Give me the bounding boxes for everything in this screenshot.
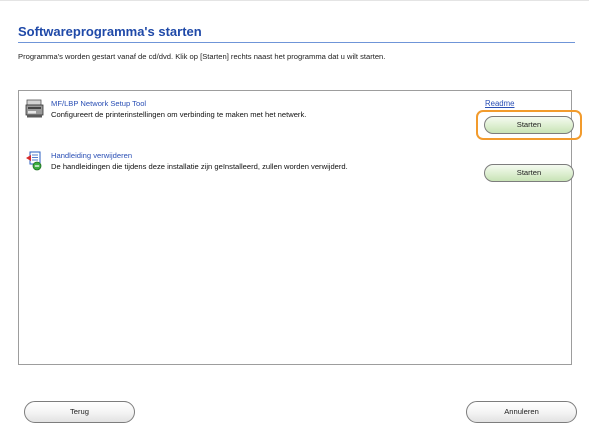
instruction-text: Programma's worden gestart vanaf de cd/d… bbox=[18, 52, 386, 61]
program-name: Handleiding verwijderen bbox=[51, 151, 133, 160]
cancel-button[interactable]: Annuleren bbox=[466, 401, 577, 423]
top-divider bbox=[0, 0, 589, 1]
program-description: De handleidingen die tijdens deze instal… bbox=[51, 162, 348, 171]
start-button-uninstall-manual[interactable]: Starten bbox=[484, 164, 574, 182]
program-name: MF/LBP Network Setup Tool bbox=[51, 99, 147, 108]
readme-link[interactable]: Readme bbox=[485, 99, 514, 108]
back-button[interactable]: Terug bbox=[24, 401, 135, 423]
uninstall-manual-icon bbox=[25, 151, 45, 171]
title-underline bbox=[18, 42, 575, 43]
start-button-network-setup[interactable]: Starten bbox=[484, 116, 574, 134]
printer-icon bbox=[25, 99, 45, 119]
program-description: Configureert de printerinstellingen om v… bbox=[51, 110, 307, 119]
page-title: Softwareprogramma's starten bbox=[18, 24, 202, 39]
